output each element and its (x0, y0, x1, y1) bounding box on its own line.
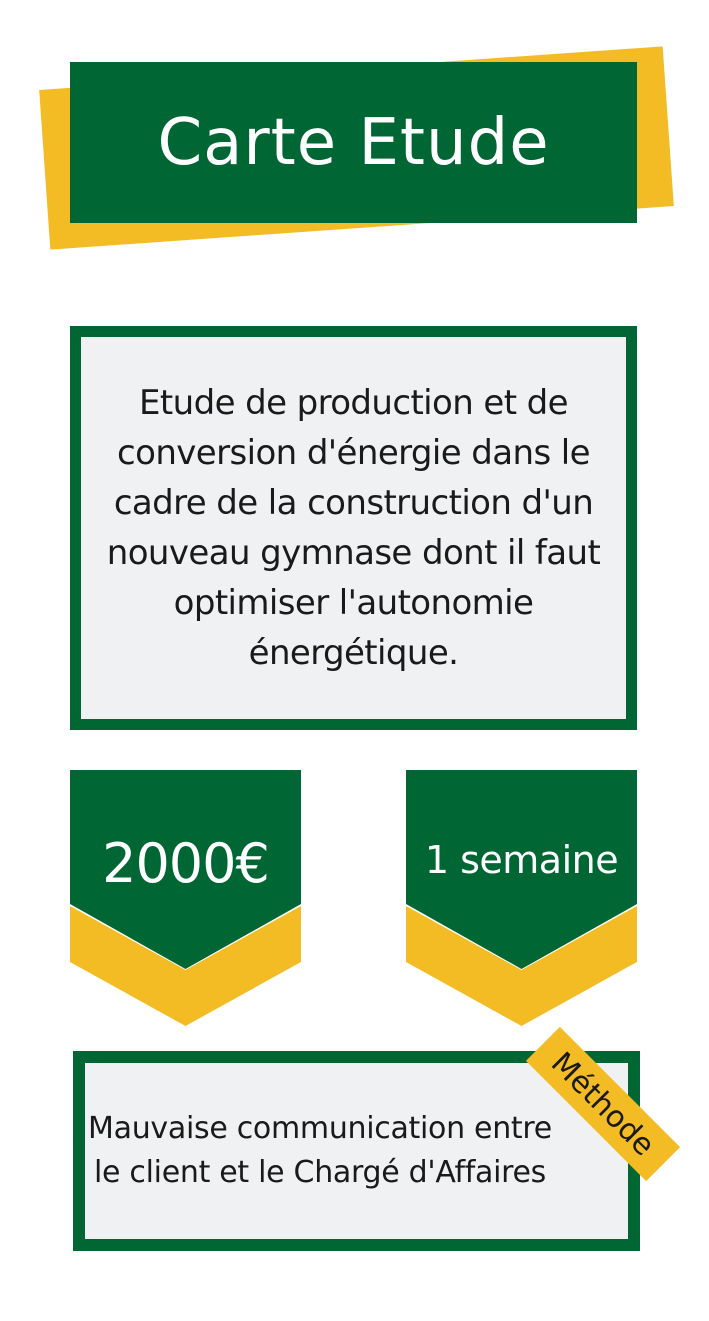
description-panel: Etude de production et de conversion d'é… (81, 337, 626, 719)
price-chevron-shape (70, 770, 301, 1026)
page-title: Carte Etude (157, 105, 550, 180)
duration-chevron-shape (406, 770, 637, 1026)
method-panel: Mauvaise communication entre le client e… (85, 1063, 628, 1239)
title-banner: Carte Etude (70, 62, 637, 223)
method-text: Mauvaise communication entre le client e… (88, 1111, 552, 1190)
description-text: Etude de production et de conversion d'é… (106, 383, 601, 673)
price-value: 2000€ (102, 832, 270, 895)
price-badge: 2000€ (70, 770, 301, 1026)
duration-badge: 1 semaine (406, 770, 637, 1026)
duration-value: 1 semaine (424, 838, 619, 882)
description-card: Etude de production et de conversion d'é… (70, 326, 637, 730)
